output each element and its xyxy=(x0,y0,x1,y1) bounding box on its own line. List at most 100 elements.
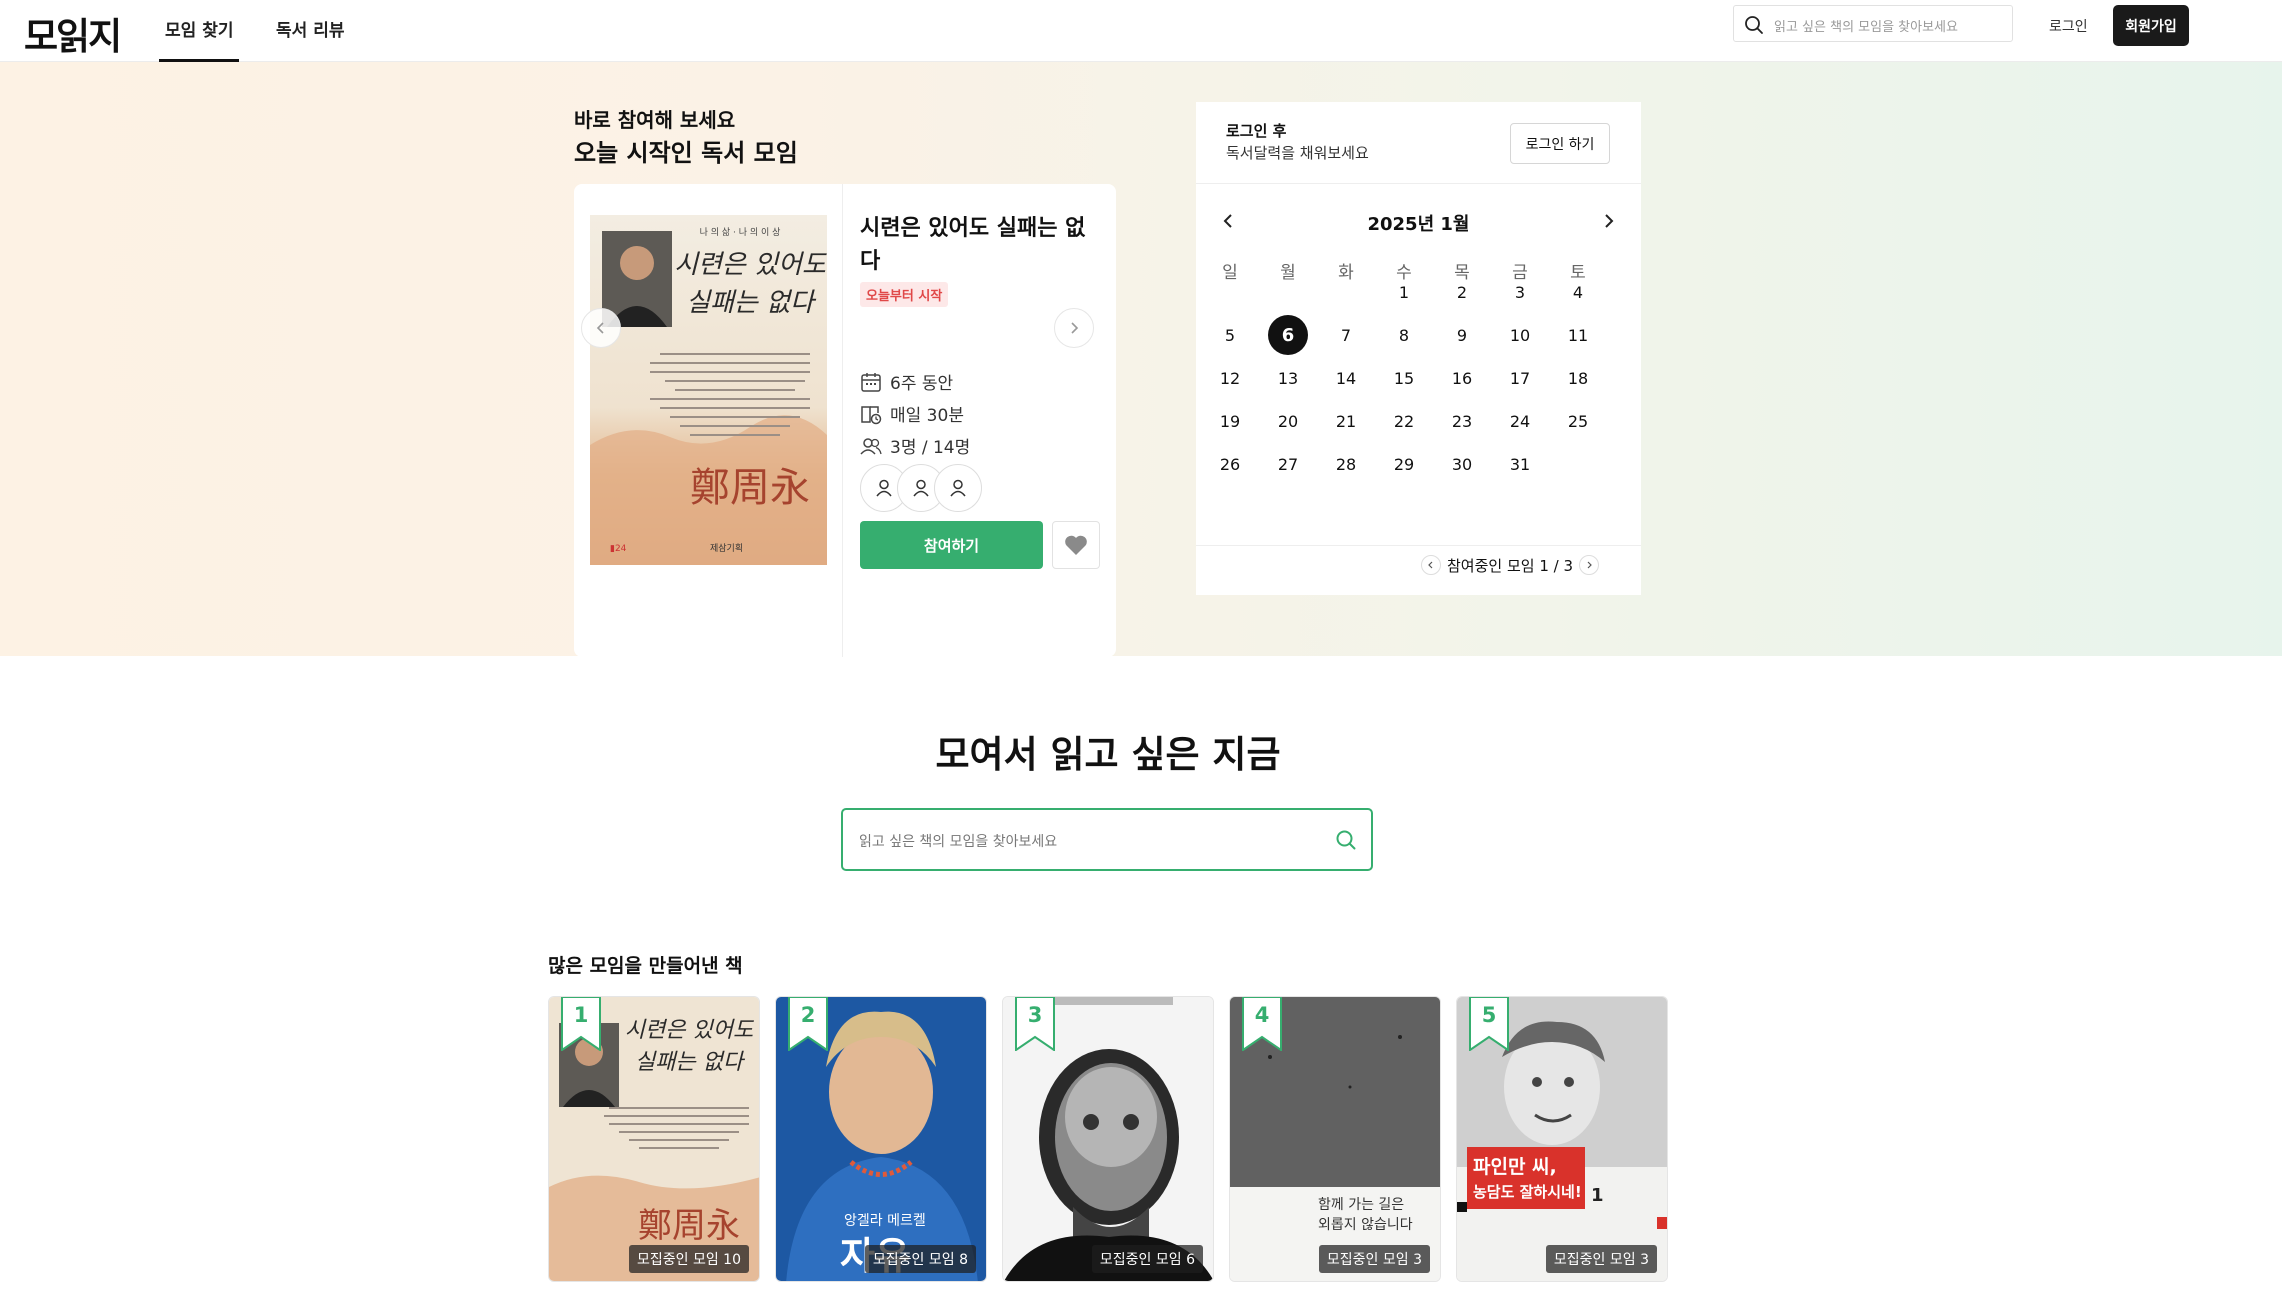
footer-next-button[interactable] xyxy=(1579,555,1600,575)
logo[interactable]: 모읽지 xyxy=(24,6,122,60)
chevron-right-icon xyxy=(1587,561,1592,569)
rank-number: 4 xyxy=(1254,1003,1270,1027)
calendar-day[interactable]: 17 xyxy=(1500,358,1540,398)
recruiting-count-badge: 모집중인 모임 3 xyxy=(1318,1245,1430,1273)
weekday-label: 일 xyxy=(1222,262,1238,283)
svg-text:파인만 씨,: 파인만 씨, xyxy=(1473,1156,1557,1178)
carousel-next-button[interactable] xyxy=(1054,308,1094,348)
calendar-day[interactable]: 26 xyxy=(1210,444,1250,484)
calendar-day[interactable]: 16 xyxy=(1442,358,1482,398)
cover-publisher-logo: ▮24 xyxy=(610,544,627,554)
meeting-schedule: 매일 30분 xyxy=(860,401,964,426)
chevron-right-icon xyxy=(1071,322,1079,334)
popular-books-title: 많은 모임을 만들어낸 책 xyxy=(548,955,743,977)
tab-find-meetings[interactable]: 모임 찾기 xyxy=(158,16,241,62)
calendar-day[interactable]: 9 xyxy=(1442,315,1482,355)
calendar-login-title: 로그인 후 xyxy=(1226,122,1287,140)
recruiting-count-badge: 모집중인 모임 3 xyxy=(1545,1245,1657,1273)
calendar-day[interactable]: 1 xyxy=(1384,272,1424,312)
popular-book-card[interactable]: 함께 가는 길은 외롭지 않습니다 4 모집중인 모임 3 xyxy=(1229,996,1441,1282)
main-search-input[interactable]: 읽고 싶은 책의 모임을 찾아보세요 xyxy=(841,808,1373,871)
member-avatars xyxy=(860,464,990,514)
calendar-day[interactable]: 12 xyxy=(1210,358,1250,398)
weekday-label: 화 xyxy=(1338,262,1354,283)
svg-text:시련은 있어도: 시련은 있어도 xyxy=(625,1018,755,1043)
calendar-day[interactable]: 24 xyxy=(1500,401,1540,441)
popular-book-card[interactable]: 앙겔라 메르켈 자유 2 모집중인 모임 8 xyxy=(775,996,987,1282)
user-icon xyxy=(950,479,966,497)
search-icon[interactable] xyxy=(1335,829,1357,851)
svg-text:실패는 없다: 실패는 없다 xyxy=(635,1050,746,1075)
meeting-members: 3명 / 14명 xyxy=(860,433,970,458)
calendar-day[interactable]: 10 xyxy=(1500,315,1540,355)
calendar-day[interactable]: 15 xyxy=(1384,358,1424,398)
rank-ribbon: 5 xyxy=(1469,997,1509,1051)
calendar-day[interactable]: 4 xyxy=(1558,272,1598,312)
calendar-day[interactable]: 13 xyxy=(1268,358,1308,398)
svg-text:함께 가는 길은: 함께 가는 길은 xyxy=(1318,1197,1404,1213)
join-button[interactable]: 참여하기 xyxy=(860,521,1043,569)
members-text: 3명 / 14명 xyxy=(890,438,971,458)
meeting-title[interactable]: 시련은 있어도 실패는 없다 xyxy=(860,212,1100,278)
svg-text:앙겔라 메르켈: 앙겔라 메르켈 xyxy=(844,1213,926,1229)
calendar-icon xyxy=(861,372,881,392)
calendar-day[interactable]: 2 xyxy=(1442,272,1482,312)
meeting-book-cover[interactable]: 나 의 삶 · 나 의 이 상 시련은 있어도 실패는 없다 鄭周永 ▮24 제… xyxy=(590,215,827,565)
rank-number: 3 xyxy=(1027,1003,1043,1027)
hero-section: 바로 참여해 보세요 오늘 시작인 독서 모임 나 의 삶 · 나 의 이 상 … xyxy=(0,62,2282,657)
cover-series-text: 나 의 삶 · 나 의 이 상 xyxy=(700,227,781,238)
calendar-day[interactable]: 22 xyxy=(1384,401,1424,441)
calendar-day[interactable]: 30 xyxy=(1442,444,1482,484)
login-link[interactable]: 로그인 xyxy=(2049,16,2088,36)
like-button[interactable] xyxy=(1052,521,1100,569)
schedule-text: 매일 30분 xyxy=(890,406,964,426)
calendar-day[interactable]: 7 xyxy=(1326,315,1366,355)
calendar-day[interactable]: 3 xyxy=(1500,272,1540,312)
user-icon xyxy=(913,479,929,497)
cover-signature: 鄭周永 xyxy=(690,465,810,511)
recruiting-count-badge: 모집중인 모임 6 xyxy=(1091,1245,1203,1273)
recruiting-count-badge: 모집중인 모임 10 xyxy=(629,1245,749,1273)
avatar xyxy=(934,464,982,512)
calendar-day[interactable]: 28 xyxy=(1326,444,1366,484)
calendar-day[interactable]: 5 xyxy=(1210,315,1250,355)
calendar-day-today[interactable]: 6 xyxy=(1268,315,1308,355)
rank-number: 2 xyxy=(800,1003,816,1027)
calendar-login-button[interactable]: 로그인 하기 xyxy=(1510,123,1610,164)
calendar-day[interactable]: 23 xyxy=(1442,401,1482,441)
calendar-day[interactable]: 25 xyxy=(1558,401,1598,441)
calendar-day[interactable]: 18 xyxy=(1558,358,1598,398)
rank-ribbon: 4 xyxy=(1242,997,1282,1051)
signup-button[interactable]: 회원가입 xyxy=(2113,5,2189,46)
users-icon xyxy=(860,437,882,455)
calendar-next-month[interactable] xyxy=(1596,208,1622,234)
chevron-left-icon xyxy=(596,322,604,334)
svg-text:1: 1 xyxy=(1591,1185,1604,1206)
calendar-day[interactable]: 19 xyxy=(1210,401,1250,441)
calendar-day[interactable]: 29 xyxy=(1384,444,1424,484)
tab-reading-reviews[interactable]: 독서 리뷰 xyxy=(276,16,344,41)
participating-count: 참여중인 모임 1 / 3 xyxy=(1447,556,1574,575)
calendar-day[interactable]: 31 xyxy=(1500,444,1540,484)
calendar-day[interactable]: 20 xyxy=(1268,401,1308,441)
calendar-day[interactable]: 14 xyxy=(1326,358,1366,398)
popular-book-card[interactable]: 시련은 있어도 실패는 없다 鄭周永 1 모집중인 모임 10 xyxy=(548,996,760,1282)
rank-number: 5 xyxy=(1481,1003,1497,1027)
header-search-input[interactable]: 읽고 싶은 책의 모임을 찾아보세요 xyxy=(1733,5,2013,42)
main-search-placeholder: 읽고 싶은 책의 모임을 찾아보세요 xyxy=(859,834,1058,850)
heart-icon xyxy=(1065,535,1087,555)
calendar-day[interactable]: 8 xyxy=(1384,315,1424,355)
footer-prev-button[interactable] xyxy=(1421,555,1441,575)
carousel-prev-button[interactable] xyxy=(581,308,621,348)
svg-text:외롭지 않습니다: 외롭지 않습니다 xyxy=(1318,1217,1413,1233)
calendar-month-label: 2025년 1월 xyxy=(1367,214,1470,235)
calendar-day[interactable]: 11 xyxy=(1558,315,1598,355)
calendar-day[interactable]: 27 xyxy=(1268,444,1308,484)
search-icon xyxy=(1745,16,1763,34)
status-badge: 오늘부터 시작 xyxy=(860,282,949,307)
calendar-day[interactable]: 21 xyxy=(1326,401,1366,441)
popular-book-card[interactable]: 파인만 씨, 농담도 잘하시네! 1 5 모집중인 모임 3 xyxy=(1456,996,1668,1282)
top-header: 모읽지 모임 찾기 독서 리뷰 읽고 싶은 책의 모임을 찾아보세요 로그인 회… xyxy=(0,0,2282,62)
popular-book-card[interactable]: 3 모집중인 모임 6 xyxy=(1002,996,1214,1282)
rank-number: 1 xyxy=(573,1003,589,1027)
